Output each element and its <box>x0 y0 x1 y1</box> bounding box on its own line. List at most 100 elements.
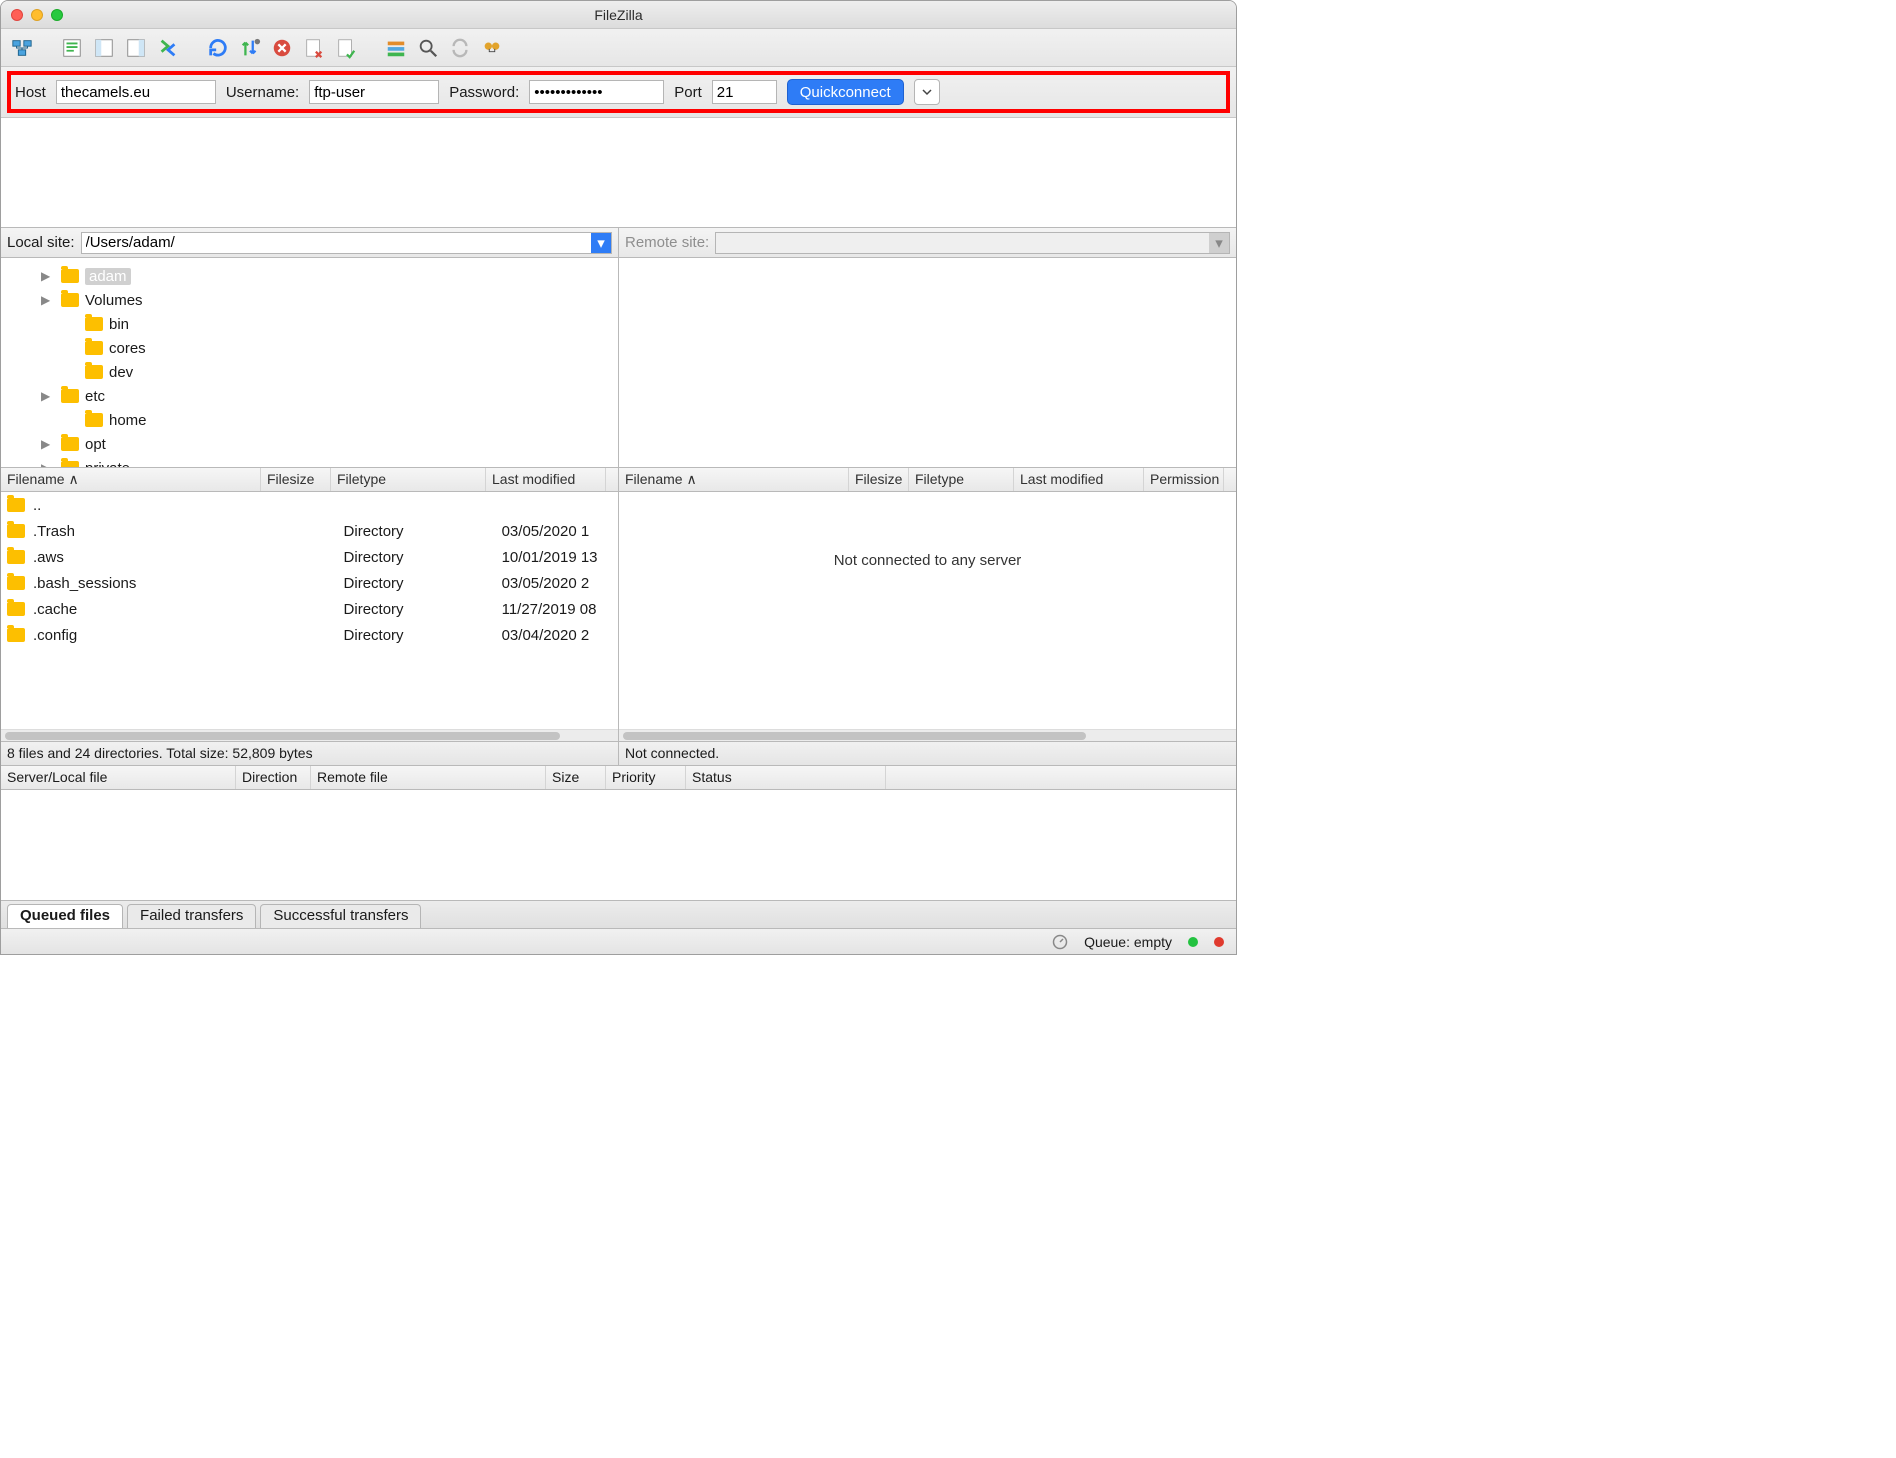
message-log[interactable] <box>1 118 1236 228</box>
close-window-icon[interactable] <box>11 9 23 21</box>
zoom-window-icon[interactable] <box>51 9 63 21</box>
local-path-input[interactable] <box>82 233 591 253</box>
toggle-remote-tree-icon[interactable] <box>123 35 149 61</box>
quickconnect-bar: Host Username: Password: Port Quickconne… <box>7 71 1230 113</box>
transfer-queue[interactable] <box>1 790 1236 900</box>
column-header[interactable]: Filesize <box>261 468 331 491</box>
toggle-queue-icon[interactable] <box>155 35 181 61</box>
column-header[interactable]: Direction <box>236 766 311 789</box>
chevron-down-icon: ▾ <box>1209 233 1229 253</box>
window-title: FileZilla <box>1 7 1236 23</box>
window-controls <box>1 9 63 21</box>
quickconnect-history-button[interactable] <box>914 79 940 105</box>
table-row[interactable]: .. <box>1 492 618 518</box>
local-hscroll[interactable] <box>1 729 618 741</box>
table-row[interactable]: .configDirectory03/04/2020 2 <box>1 622 618 648</box>
host-input[interactable] <box>56 80 216 104</box>
quickconnect-bar-wrap: Host Username: Password: Port Quickconne… <box>1 67 1236 118</box>
column-header[interactable]: Last modified <box>486 468 606 491</box>
remote-hscroll[interactable] <box>619 729 1236 741</box>
chevron-down-icon[interactable]: ▾ <box>591 233 611 253</box>
disconnect-icon[interactable] <box>301 35 327 61</box>
activity-send-icon <box>1188 937 1198 947</box>
local-path-combo[interactable]: ▾ <box>81 232 612 254</box>
column-header[interactable]: Filename ∧ <box>1 468 261 491</box>
remote-file-list: Filename ∧FilesizeFiletypeLast modifiedP… <box>619 468 1236 765</box>
tree-item[interactable]: bin <box>1 312 618 336</box>
table-row[interactable]: .cacheDirectory11/27/2019 08 <box>1 596 618 622</box>
column-header[interactable]: Last modified <box>1014 468 1144 491</box>
queue-tab[interactable]: Successful transfers <box>260 904 421 928</box>
port-input[interactable] <box>712 80 777 104</box>
quickconnect-button[interactable]: Quickconnect <box>787 79 904 105</box>
host-label: Host <box>15 84 46 101</box>
filter-icon[interactable] <box>383 35 409 61</box>
titlebar: FileZilla <box>1 1 1236 29</box>
column-header[interactable]: Filename ∧ <box>619 468 849 491</box>
remote-path-input <box>716 233 1209 253</box>
port-label: Port <box>674 84 702 101</box>
column-header[interactable]: Remote file <box>311 766 546 789</box>
table-row[interactable]: .TrashDirectory03/05/2020 1 <box>1 518 618 544</box>
site-manager-icon[interactable] <box>9 35 35 61</box>
remote-path-combo: ▾ <box>715 232 1230 254</box>
tree-item[interactable]: cores <box>1 336 618 360</box>
tree-item[interactable]: ▶etc <box>1 384 618 408</box>
toggle-tree-icon[interactable] <box>91 35 117 61</box>
remote-columns[interactable]: Filename ∧FilesizeFiletypeLast modifiedP… <box>619 468 1236 492</box>
app-window: FileZilla Host Use <box>0 0 1237 955</box>
sync-browse-icon[interactable] <box>447 35 473 61</box>
column-header[interactable]: Filetype <box>909 468 1014 491</box>
local-columns[interactable]: Filename ∧FilesizeFiletypeLast modified <box>1 468 618 492</box>
local-file-list: Filename ∧FilesizeFiletypeLast modified … <box>1 468 618 765</box>
column-header[interactable]: Filetype <box>331 468 486 491</box>
remote-empty-message: Not connected to any server <box>619 492 1236 569</box>
search-remote-icon[interactable] <box>479 35 505 61</box>
queue-tab[interactable]: Failed transfers <box>127 904 256 928</box>
local-site-label: Local site: <box>7 234 75 251</box>
tree-item[interactable]: ▶opt <box>1 432 618 456</box>
column-header[interactable]: Status <box>686 766 886 789</box>
remote-status: Not connected. <box>619 741 1236 765</box>
local-pane: Local site: ▾ ▶adam▶Volumesbincoresdev▶e… <box>1 228 618 765</box>
column-header[interactable]: Priority <box>606 766 686 789</box>
table-row[interactable]: .awsDirectory10/01/2019 13 <box>1 544 618 570</box>
tree-item[interactable]: ▶Volumes <box>1 288 618 312</box>
queue-tab[interactable]: Queued files <box>7 904 123 928</box>
reconnect-icon[interactable] <box>333 35 359 61</box>
main-toolbar <box>1 29 1236 67</box>
remote-site-label: Remote site: <box>625 234 709 251</box>
remote-list-body[interactable]: Not connected to any server <box>619 492 1236 729</box>
tree-item[interactable]: ▶private <box>1 456 618 468</box>
tree-item[interactable]: ▶adam <box>1 264 618 288</box>
remote-pathbar: Remote site: ▾ <box>619 228 1236 258</box>
queue-tabs: Queued filesFailed transfersSuccessful t… <box>1 900 1236 928</box>
statusbar: Queue: empty <box>1 928 1236 954</box>
tree-item[interactable]: home <box>1 408 618 432</box>
column-header[interactable]: Size <box>546 766 606 789</box>
minimize-window-icon[interactable] <box>31 9 43 21</box>
password-input[interactable] <box>529 80 664 104</box>
local-status: 8 files and 24 directories. Total size: … <box>1 741 618 765</box>
refresh-icon[interactable] <box>205 35 231 61</box>
remote-tree[interactable] <box>619 258 1236 468</box>
compare-icon[interactable] <box>415 35 441 61</box>
remote-pane: Remote site: ▾ Filename ∧FilesizeFiletyp… <box>618 228 1236 765</box>
process-queue-icon[interactable] <box>237 35 263 61</box>
toggle-log-icon[interactable] <box>59 35 85 61</box>
column-header[interactable]: Filesize <box>849 468 909 491</box>
password-label: Password: <box>449 84 519 101</box>
tree-item[interactable]: dev <box>1 360 618 384</box>
split-view: Local site: ▾ ▶adam▶Volumesbincoresdev▶e… <box>1 228 1236 766</box>
speed-limit-icon[interactable] <box>1052 934 1068 950</box>
local-tree[interactable]: ▶adam▶Volumesbincoresdev▶etchome▶opt▶pri… <box>1 258 618 468</box>
queue-status: Queue: empty <box>1084 934 1172 950</box>
local-list-body[interactable]: ...TrashDirectory03/05/2020 1.awsDirecto… <box>1 492 618 729</box>
table-row[interactable]: .bash_sessionsDirectory03/05/2020 2 <box>1 570 618 596</box>
queue-columns[interactable]: Server/Local fileDirectionRemote fileSiz… <box>1 766 1236 790</box>
username-input[interactable] <box>309 80 439 104</box>
column-header[interactable]: Server/Local file <box>1 766 236 789</box>
cancel-icon[interactable] <box>269 35 295 61</box>
column-header[interactable]: Permission <box>1144 468 1224 491</box>
activity-recv-icon <box>1214 937 1224 947</box>
